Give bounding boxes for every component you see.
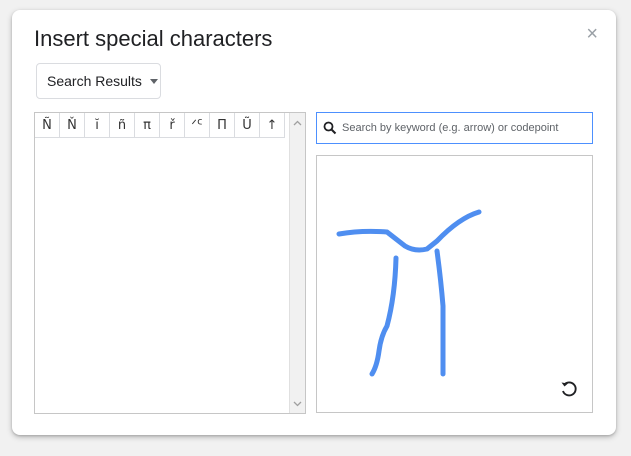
- character-results-grid: Ñ Ňĭ ñ π ř ᐟᑦ Π Ũ ↑: [34, 112, 306, 414]
- category-dropdown-label: Search Results: [47, 73, 142, 89]
- stroke-top: [336, 209, 482, 253]
- insert-special-characters-dialog: Insert special characters × Search Resul…: [12, 10, 616, 435]
- character-cell[interactable]: Π: [210, 113, 235, 138]
- stroke-right-leg: [434, 248, 446, 377]
- character-cell[interactable]: π: [135, 113, 160, 138]
- handwriting-strokes: [336, 209, 482, 377]
- chevron-down-icon: [149, 78, 158, 84]
- character-cell[interactable]: ř: [160, 113, 185, 138]
- character-cell[interactable]: Ň: [60, 113, 85, 138]
- character-row: Ñ Ňĭ ñ π ř ᐟᑦ Π Ũ ↑: [35, 113, 285, 138]
- scroll-down-icon[interactable]: [290, 396, 305, 411]
- results-scrollbar[interactable]: [289, 113, 305, 413]
- search-field[interactable]: [316, 112, 593, 144]
- character-cell[interactable]: ĭ: [85, 113, 110, 138]
- character-cell[interactable]: ↑: [260, 113, 285, 138]
- search-input[interactable]: [340, 122, 592, 134]
- character-cell[interactable]: ᐟᑦ: [185, 113, 210, 138]
- character-cell[interactable]: Ñ: [35, 113, 60, 138]
- character-cell[interactable]: Ũ: [235, 113, 260, 138]
- reset-drawing-icon[interactable]: [559, 379, 579, 399]
- character-cell[interactable]: ñ: [110, 113, 135, 138]
- search-icon: [320, 118, 340, 138]
- category-dropdown[interactable]: Search Results: [36, 63, 161, 99]
- dialog-title: Insert special characters: [34, 26, 273, 51]
- close-icon[interactable]: ×: [586, 24, 598, 44]
- stroke-left-leg: [369, 255, 399, 377]
- scroll-up-icon[interactable]: [290, 115, 305, 130]
- handwriting-canvas[interactable]: [316, 155, 593, 413]
